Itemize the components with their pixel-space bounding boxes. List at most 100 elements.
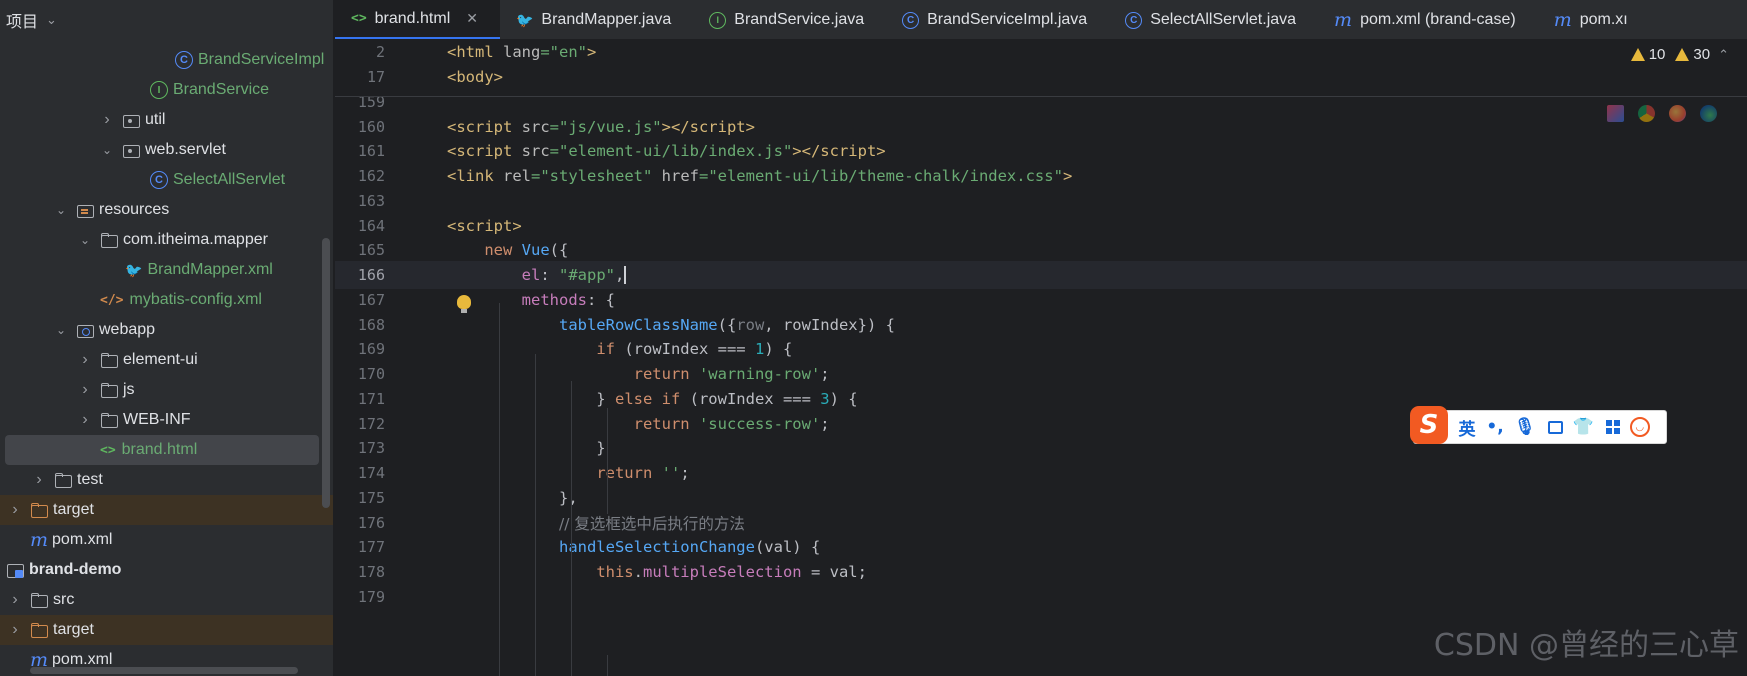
chrome-icon[interactable] <box>1638 105 1655 122</box>
code-text[interactable]: <link rel="stylesheet" href="element-ui/… <box>447 167 1072 185</box>
code-line[interactable]: 161 <script src="element-ui/lib/index.js"… <box>335 138 1747 166</box>
line-number[interactable]: 163 <box>335 192 385 210</box>
line-number[interactable]: 174 <box>335 464 385 482</box>
line-number[interactable]: 164 <box>335 217 385 235</box>
tree-item-element-ui[interactable]: › element-ui <box>0 345 333 375</box>
chevron-up-icon[interactable]: ⌃ <box>1718 47 1729 63</box>
code-text[interactable]: return ''; <box>447 464 689 482</box>
code-line[interactable]: 178 this.multipleSelection = val; <box>335 558 1747 586</box>
line-number[interactable]: 169 <box>335 340 385 358</box>
line-number[interactable]: 175 <box>335 489 385 507</box>
code-text[interactable]: } <box>447 439 605 457</box>
line-number[interactable]: 2 <box>335 43 385 61</box>
warnings-counter-a[interactable]: 10 <box>1630 46 1665 63</box>
tab-pom-x-[interactable]: m pom.xı <box>1538 0 1650 39</box>
code-text[interactable]: methods: { <box>447 291 615 309</box>
tree-item-selectallservlet[interactable]: C SelectAllServlet <box>0 165 333 195</box>
line-number[interactable]: 160 <box>335 118 385 136</box>
skin-icon[interactable]: 👕 <box>1573 417 1594 437</box>
chevron-right-icon[interactable]: › <box>8 621 22 639</box>
sticky-header-lines[interactable]: 2 <html lang="en"> 17 <body> <box>335 41 1747 97</box>
code-line[interactable]: 160 <script src="js/vue.js"></script> <box>335 113 1747 141</box>
code-text[interactable]: } else if (rowIndex === 3) { <box>447 390 857 408</box>
tree-item-mybatis-config-xml[interactable]: </> mybatis-config.xml <box>0 285 333 315</box>
code-line[interactable]: 165 new Vue({ <box>335 237 1747 265</box>
tree-item-js[interactable]: › js <box>0 375 333 405</box>
ime-language-toggle[interactable]: 英 <box>1458 415 1476 440</box>
code-line[interactable]: 168 tableRowClassName({row, rowIndex}) { <box>335 311 1747 339</box>
ime-toolbar[interactable]: S 英 •, 🎙 👕 ◡ <box>1410 406 1667 444</box>
line-number[interactable]: 178 <box>335 563 385 581</box>
code-line[interactable]: 176 // 复选框选中后执行的方法 <box>335 509 1747 537</box>
code-text[interactable]: el: "#app", <box>447 266 627 285</box>
line-number[interactable]: 173 <box>335 439 385 457</box>
tab-brandmapper-java[interactable]: 🐦 BrandMapper.java <box>500 0 693 39</box>
tab-brand-html[interactable]: <> brand.html ✕ <box>335 0 500 39</box>
code-line[interactable]: 171 } else if (rowIndex === 3) { <box>335 385 1747 413</box>
tab-brandservice-java[interactable]: I BrandService.java <box>693 0 886 39</box>
chevron-right-icon[interactable]: › <box>78 381 92 399</box>
line-number[interactable]: 176 <box>335 514 385 532</box>
code-text[interactable]: <script> <box>447 217 522 235</box>
chevron-down-icon[interactable]: ⌄ <box>78 233 92 247</box>
code-line[interactable]: 175 }, <box>335 484 1747 512</box>
chevron-right-icon[interactable]: › <box>32 471 46 489</box>
code-line[interactable]: 162 <link rel="stylesheet" href="element-… <box>335 162 1747 190</box>
line-number[interactable]: 166 <box>335 266 385 284</box>
tree-item-brand-html[interactable]: <> brand.html <box>5 435 319 465</box>
code-text[interactable]: tableRowClassName({row, rowIndex}) { <box>447 316 895 334</box>
line-number[interactable]: 179 <box>335 588 385 606</box>
chevron-right-icon[interactable]: › <box>78 351 92 369</box>
intellij-browser-icon[interactable] <box>1607 105 1624 122</box>
tree-item-pom-xml[interactable]: m pom.xml <box>0 525 333 555</box>
tree-item-webapp[interactable]: ⌄ webapp <box>0 315 333 345</box>
code-text[interactable]: <script src="element-ui/lib/index.js"></… <box>447 142 886 160</box>
tab-pom-xml-brand-case-[interactable]: m pom.xml (brand-case) <box>1318 0 1538 39</box>
line-number[interactable]: 165 <box>335 241 385 259</box>
code-line[interactable]: 170 return 'warning-row'; <box>335 360 1747 388</box>
code-line[interactable]: 163 <box>335 187 1747 215</box>
code-text[interactable]: return 'success-row'; <box>447 415 830 433</box>
tree-item-brandmapper-xml[interactable]: 🐦 BrandMapper.xml <box>0 255 333 285</box>
code-editor[interactable]: 2 <html lang="en"> 17 <body> 159 160 <script … <box>335 41 1747 676</box>
tab-brandserviceimpl-java[interactable]: C BrandServiceImpl.java <box>886 0 1109 39</box>
line-number[interactable]: 177 <box>335 538 385 556</box>
line-number[interactable]: 171 <box>335 390 385 408</box>
code-text[interactable]: handleSelectionChange(val) { <box>447 538 820 556</box>
toolbox-icon[interactable] <box>1605 420 1620 434</box>
code-line[interactable]: 167 methods: { <box>335 286 1747 314</box>
tab-selectallservlet-java[interactable]: C SelectAllServlet.java <box>1109 0 1318 39</box>
code-line[interactable]: 174 return ''; <box>335 459 1747 487</box>
sidebar-horizontal-scrollbar[interactable] <box>30 667 298 674</box>
code-text[interactable]: new Vue({ <box>447 241 568 259</box>
sidebar-scrollbar[interactable] <box>322 238 330 508</box>
code-line[interactable]: 166 el: "#app", <box>335 261 1747 289</box>
line-number[interactable]: 161 <box>335 142 385 160</box>
tree-item-brandservice[interactable]: I BrandService <box>0 75 333 105</box>
code-text[interactable]: return 'warning-row'; <box>447 365 830 383</box>
inspection-widget[interactable]: 10 30 ⌃ <box>1630 46 1729 63</box>
project-panel-header[interactable]: 项目 ⌄ <box>0 0 333 40</box>
firefox-icon[interactable] <box>1669 105 1686 122</box>
code-text[interactable]: <html lang="en"> <box>447 43 596 61</box>
code-line[interactable]: 179 <box>335 583 1747 611</box>
line-number[interactable]: 162 <box>335 167 385 185</box>
tree-item-src[interactable]: › src <box>0 585 333 615</box>
code-line[interactable]: 177 handleSelectionChange(val) { <box>335 534 1747 562</box>
chevron-down-icon[interactable]: ⌄ <box>46 12 57 28</box>
tree-item-web-inf[interactable]: › WEB-INF <box>0 405 333 435</box>
tree-item-brand-demo[interactable]: brand-demo <box>0 555 333 585</box>
code-line[interactable]: 164 <script> <box>335 212 1747 240</box>
tree-item-test[interactable]: › test <box>0 465 333 495</box>
microphone-icon[interactable]: 🎙 <box>1514 417 1536 437</box>
avatar-icon[interactable]: ◡ <box>1629 417 1650 437</box>
chevron-down-icon[interactable]: ⌄ <box>54 323 68 337</box>
code-text[interactable]: // 复选框选中后执行的方法 <box>447 512 745 534</box>
code-line[interactable]: 169 if (rowIndex === 1) { <box>335 336 1747 364</box>
line-number[interactable]: 167 <box>335 291 385 309</box>
tree-item-com-itheima-mapper[interactable]: ⌄ com.itheima.mapper <box>0 225 333 255</box>
code-line[interactable]: 2 <html lang="en"> <box>335 38 1747 66</box>
warnings-counter-b[interactable]: 30 ⌃ <box>1675 46 1729 63</box>
lightbulb-icon[interactable] <box>457 295 471 313</box>
keyboard-icon[interactable] <box>1547 420 1563 434</box>
